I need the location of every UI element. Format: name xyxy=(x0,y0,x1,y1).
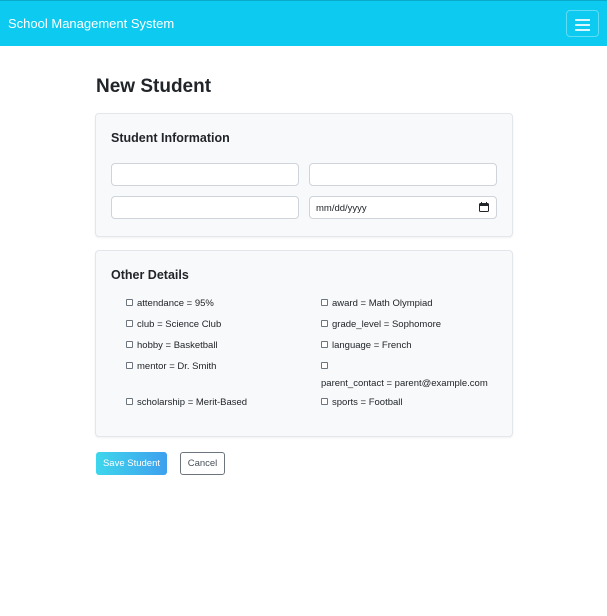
checkbox-icon[interactable] xyxy=(126,340,133,348)
detail-item-label: sports = Football xyxy=(332,397,403,408)
navbar-toggler-button[interactable] xyxy=(566,10,599,37)
checkbox-icon[interactable] xyxy=(126,319,133,327)
detail-item-mentor[interactable]: mentor = Dr. Smith xyxy=(126,361,216,372)
cancel-button[interactable]: Cancel xyxy=(180,452,225,475)
student-field-2[interactable] xyxy=(309,163,497,186)
detail-item-parent-contact[interactable]: parent_contact = parent@example.com xyxy=(321,361,488,389)
navbar-brand[interactable]: School Management System xyxy=(8,16,174,31)
save-student-button[interactable]: Save Student xyxy=(96,452,167,475)
student-information-title: Student Information xyxy=(111,131,230,145)
checkbox-icon[interactable] xyxy=(321,340,328,348)
detail-item-label: mentor = Dr. Smith xyxy=(137,361,217,372)
detail-item-label: parent_contact = parent@example.com xyxy=(321,378,488,389)
detail-item-label: scholarship = Merit-Based xyxy=(137,397,248,408)
student-field-3[interactable] xyxy=(111,196,299,219)
checkbox-icon[interactable] xyxy=(126,397,133,405)
navbar: School Management System xyxy=(0,0,607,46)
detail-item-scholarship[interactable]: scholarship = Merit-Based xyxy=(126,397,247,408)
page-title: New Student xyxy=(96,76,212,97)
other-details-title: Other Details xyxy=(111,268,189,282)
detail-item-label: grade_level = Sophomore xyxy=(332,319,442,330)
student-field-1[interactable] xyxy=(111,163,299,186)
detail-item-label: club = Science Club xyxy=(137,319,222,330)
detail-item-sports[interactable]: sports = Football xyxy=(321,397,403,408)
checkbox-icon[interactable] xyxy=(321,397,328,405)
detail-item-label: award = Math Olympiad xyxy=(332,298,433,309)
detail-item-label: attendance = 95% xyxy=(137,298,214,309)
detail-item-club[interactable]: club = Science Club xyxy=(126,319,221,330)
detail-item-label: language = French xyxy=(332,340,412,351)
detail-item-attendance[interactable]: attendance = 95% xyxy=(126,298,214,309)
detail-item-award[interactable]: award = Math Olympiad xyxy=(321,298,433,309)
checkbox-icon[interactable] xyxy=(126,361,133,369)
date-placeholder: mm/dd/yyyy xyxy=(316,203,367,214)
checkbox-icon[interactable] xyxy=(321,298,328,306)
detail-item-language[interactable]: language = French xyxy=(321,340,412,351)
checkbox-icon[interactable] xyxy=(321,319,328,327)
date-of-birth-input[interactable]: mm/dd/yyyy xyxy=(309,196,497,219)
checkbox-icon[interactable] xyxy=(126,298,133,306)
student-information-card: Student Information mm/dd/yyyy xyxy=(95,113,513,237)
calendar-icon[interactable] xyxy=(479,202,489,212)
checkbox-icon[interactable] xyxy=(321,361,328,369)
detail-item-grade-level[interactable]: grade_level = Sophomore xyxy=(321,319,441,330)
detail-item-hobby[interactable]: hobby = Basketball xyxy=(126,340,218,351)
other-details-card: Other Details attendance = 95% award = M… xyxy=(95,250,513,437)
detail-item-label: hobby = Basketball xyxy=(137,340,218,351)
